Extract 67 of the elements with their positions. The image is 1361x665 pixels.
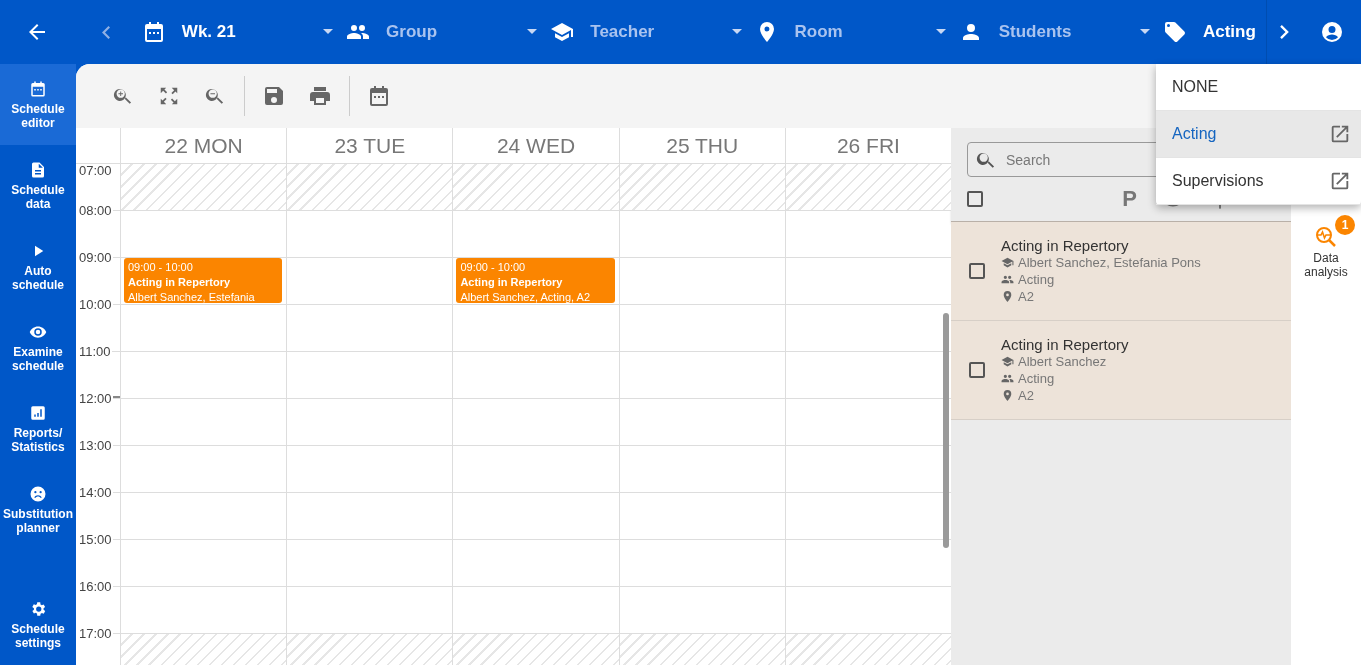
face-icon bbox=[29, 484, 47, 503]
menu-item[interactable]: Acting bbox=[1156, 111, 1361, 158]
people-icon bbox=[1001, 372, 1014, 385]
day-header: 22 MON bbox=[120, 128, 287, 163]
notification-badge: 1 bbox=[1335, 215, 1355, 235]
event-time: 09:00 - 10:00 bbox=[460, 260, 527, 275]
event-details: Albert Sanchez, Acting, A2 bbox=[460, 290, 592, 303]
lesson-checkbox[interactable] bbox=[969, 263, 985, 279]
event-title: Acting in Repertory bbox=[128, 275, 232, 290]
select-all-checkbox[interactable] bbox=[967, 191, 983, 207]
lesson-card[interactable]: Acting in Repertory Albert Sanchez Acting A2 bbox=[951, 321, 1291, 420]
lesson-group: Acting bbox=[1018, 271, 1055, 288]
graduation-cap-icon bbox=[1001, 256, 1014, 269]
day-header: 23 TUE bbox=[286, 128, 453, 163]
caret-icon bbox=[322, 28, 335, 36]
graduation-cap-icon bbox=[1001, 355, 1014, 368]
caret-icon bbox=[934, 28, 947, 36]
sidebar-item[interactable]: Schedule editor bbox=[0, 64, 76, 145]
filter-dropdown[interactable]: Teacher bbox=[546, 0, 751, 64]
caret-icon bbox=[526, 28, 539, 36]
printer-icon bbox=[308, 84, 332, 108]
account-icon bbox=[1319, 20, 1344, 44]
graduation-cap-icon bbox=[550, 20, 575, 44]
bar-chart-icon bbox=[29, 403, 47, 422]
lesson-room: A2 bbox=[1018, 288, 1034, 305]
lesson-room: A2 bbox=[1018, 387, 1034, 404]
day-header: 26 FRI bbox=[784, 128, 951, 163]
tag-icon bbox=[1162, 20, 1187, 44]
sidebar-item[interactable]: Auto schedule bbox=[0, 226, 76, 307]
filter-dropdown[interactable]: Room bbox=[750, 0, 955, 64]
data-analysis-button[interactable]: Data analysis 1 bbox=[1293, 215, 1359, 279]
document-icon bbox=[29, 160, 47, 179]
lesson-checkbox[interactable] bbox=[969, 362, 985, 378]
lesson-teacher: Albert Sanchez, Estefania Pons bbox=[1018, 254, 1201, 271]
caret-icon bbox=[730, 28, 743, 36]
expand-arrows-icon bbox=[158, 85, 180, 107]
chevron-left-icon bbox=[101, 25, 110, 39]
scrollbar[interactable] bbox=[943, 313, 949, 548]
pinned-column-label[interactable]: P bbox=[1122, 186, 1137, 212]
lesson-title: Acting in Repertory bbox=[1001, 237, 1130, 254]
sidebar-item[interactable]: Schedule data bbox=[0, 145, 76, 226]
sidebar-item[interactable]: Substitution planner bbox=[0, 469, 76, 550]
sidebar-item[interactable]: Schedule settings bbox=[0, 584, 76, 665]
lesson-group: Acting bbox=[1018, 370, 1055, 387]
menu-item[interactable]: Supervisions bbox=[1156, 158, 1361, 205]
caret-icon bbox=[1138, 28, 1151, 36]
event-time: 09:00 - 10:00 bbox=[128, 260, 194, 275]
magnifier-pulse-icon bbox=[1314, 225, 1338, 249]
day-header: 25 THU bbox=[618, 128, 785, 163]
sidebar-item[interactable]: Reports/ Statistics bbox=[0, 388, 76, 469]
filter-dropdown[interactable]: Students bbox=[954, 0, 1159, 64]
day-header: 24 WED bbox=[452, 128, 619, 163]
event-details: Albert Sanchez, Estefania bbox=[128, 290, 256, 303]
event-title: Acting in Repertory bbox=[460, 275, 564, 290]
filter-dropdown[interactable]: Group bbox=[342, 0, 547, 64]
lesson-teacher: Albert Sanchez bbox=[1018, 353, 1107, 370]
calendar-icon bbox=[29, 79, 47, 98]
filter-dropdown[interactable]: Wk. 21 bbox=[137, 0, 343, 64]
people-icon bbox=[1001, 273, 1014, 286]
location-pin-icon bbox=[1001, 290, 1014, 303]
chevron-right-icon bbox=[1280, 25, 1290, 39]
filter-dropdown[interactable]: Acting bbox=[1158, 0, 1266, 64]
lesson-title: Acting in Repertory bbox=[1001, 336, 1129, 353]
sidebar-item[interactable]: Examine schedule bbox=[0, 307, 76, 388]
lesson-card[interactable]: Acting in Repertory Albert Sanchez, Estefania Pons Acting A2 bbox=[951, 222, 1291, 321]
calendar-icon bbox=[367, 84, 391, 108]
location-pin-icon bbox=[1001, 389, 1014, 402]
